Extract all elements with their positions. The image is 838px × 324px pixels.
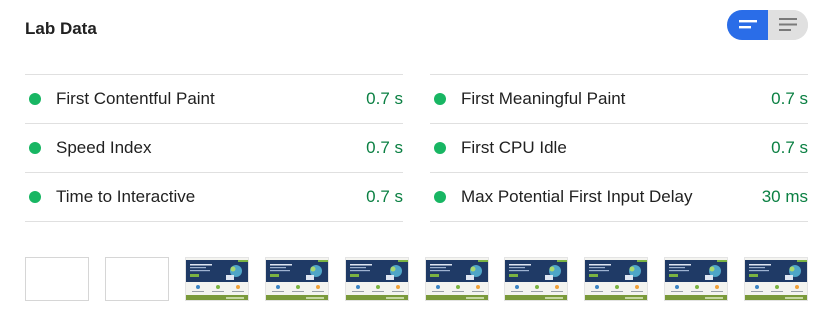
metric-value: 0.7 s <box>771 138 808 157</box>
filmstrip-frame-thumbnail <box>264 257 329 301</box>
metric-value: 0.7 s <box>366 138 403 157</box>
filmstrip-frame-thumbnail <box>744 257 809 301</box>
filmstrip-frame-thumbnail <box>584 257 649 301</box>
filmstrip-frame-blank <box>25 257 89 301</box>
metric-label: Time to Interactive <box>56 187 196 206</box>
list-view-button[interactable] <box>768 10 808 40</box>
page-title: Lab Data <box>25 19 97 38</box>
filmstrip-frame-thumbnail <box>424 257 489 301</box>
pass-indicator-icon <box>29 93 41 105</box>
filmstrip-frame-thumbnail <box>344 257 409 301</box>
filmstrip-frame-blank <box>104 257 169 301</box>
metrics-column-left: First Contentful Paint 0.7 s Speed Index… <box>25 74 403 222</box>
filmstrip-frame-thumbnail <box>504 257 569 301</box>
filmstrip-frame-thumbnail <box>184 257 249 301</box>
metric-first-meaningful-paint: First Meaningful Paint 0.7 s <box>430 75 808 124</box>
metric-value: 0.7 s <box>771 89 808 108</box>
metric-value: 30 ms <box>761 187 808 206</box>
metric-label: Speed Index <box>56 138 152 157</box>
list-view-icon <box>779 18 797 31</box>
metric-speed-index: Speed Index 0.7 s <box>25 124 403 173</box>
metric-value: 0.7 s <box>366 89 403 108</box>
pass-indicator-icon <box>434 93 446 105</box>
metric-max-potential-fid: Max Potential First Input Delay 30 ms <box>430 173 808 222</box>
filmstrip <box>25 257 809 303</box>
pass-indicator-icon <box>434 142 446 154</box>
metrics-grid: First Contentful Paint 0.7 s Speed Index… <box>25 74 808 222</box>
metric-label: First Meaningful Paint <box>461 89 626 108</box>
pass-indicator-icon <box>29 142 41 154</box>
metric-view-button[interactable] <box>727 10 768 40</box>
metric-label: First CPU Idle <box>461 138 567 157</box>
metrics-column-right: First Meaningful Paint 0.7 s First CPU I… <box>430 74 808 222</box>
metric-first-cpu-idle: First CPU Idle 0.7 s <box>430 124 808 173</box>
metric-time-to-interactive: Time to Interactive 0.7 s <box>25 173 403 222</box>
view-toggle[interactable] <box>727 10 808 40</box>
metric-label: Max Potential First Input Delay <box>461 187 693 206</box>
metric-value: 0.7 s <box>366 187 403 206</box>
pass-indicator-icon <box>29 191 41 203</box>
metric-label: First Contentful Paint <box>56 89 215 108</box>
metric-first-contentful-paint: First Contentful Paint 0.7 s <box>25 75 403 124</box>
pass-indicator-icon <box>434 191 446 203</box>
filmstrip-frame-thumbnail <box>664 257 729 301</box>
metric-view-icon <box>738 20 757 29</box>
